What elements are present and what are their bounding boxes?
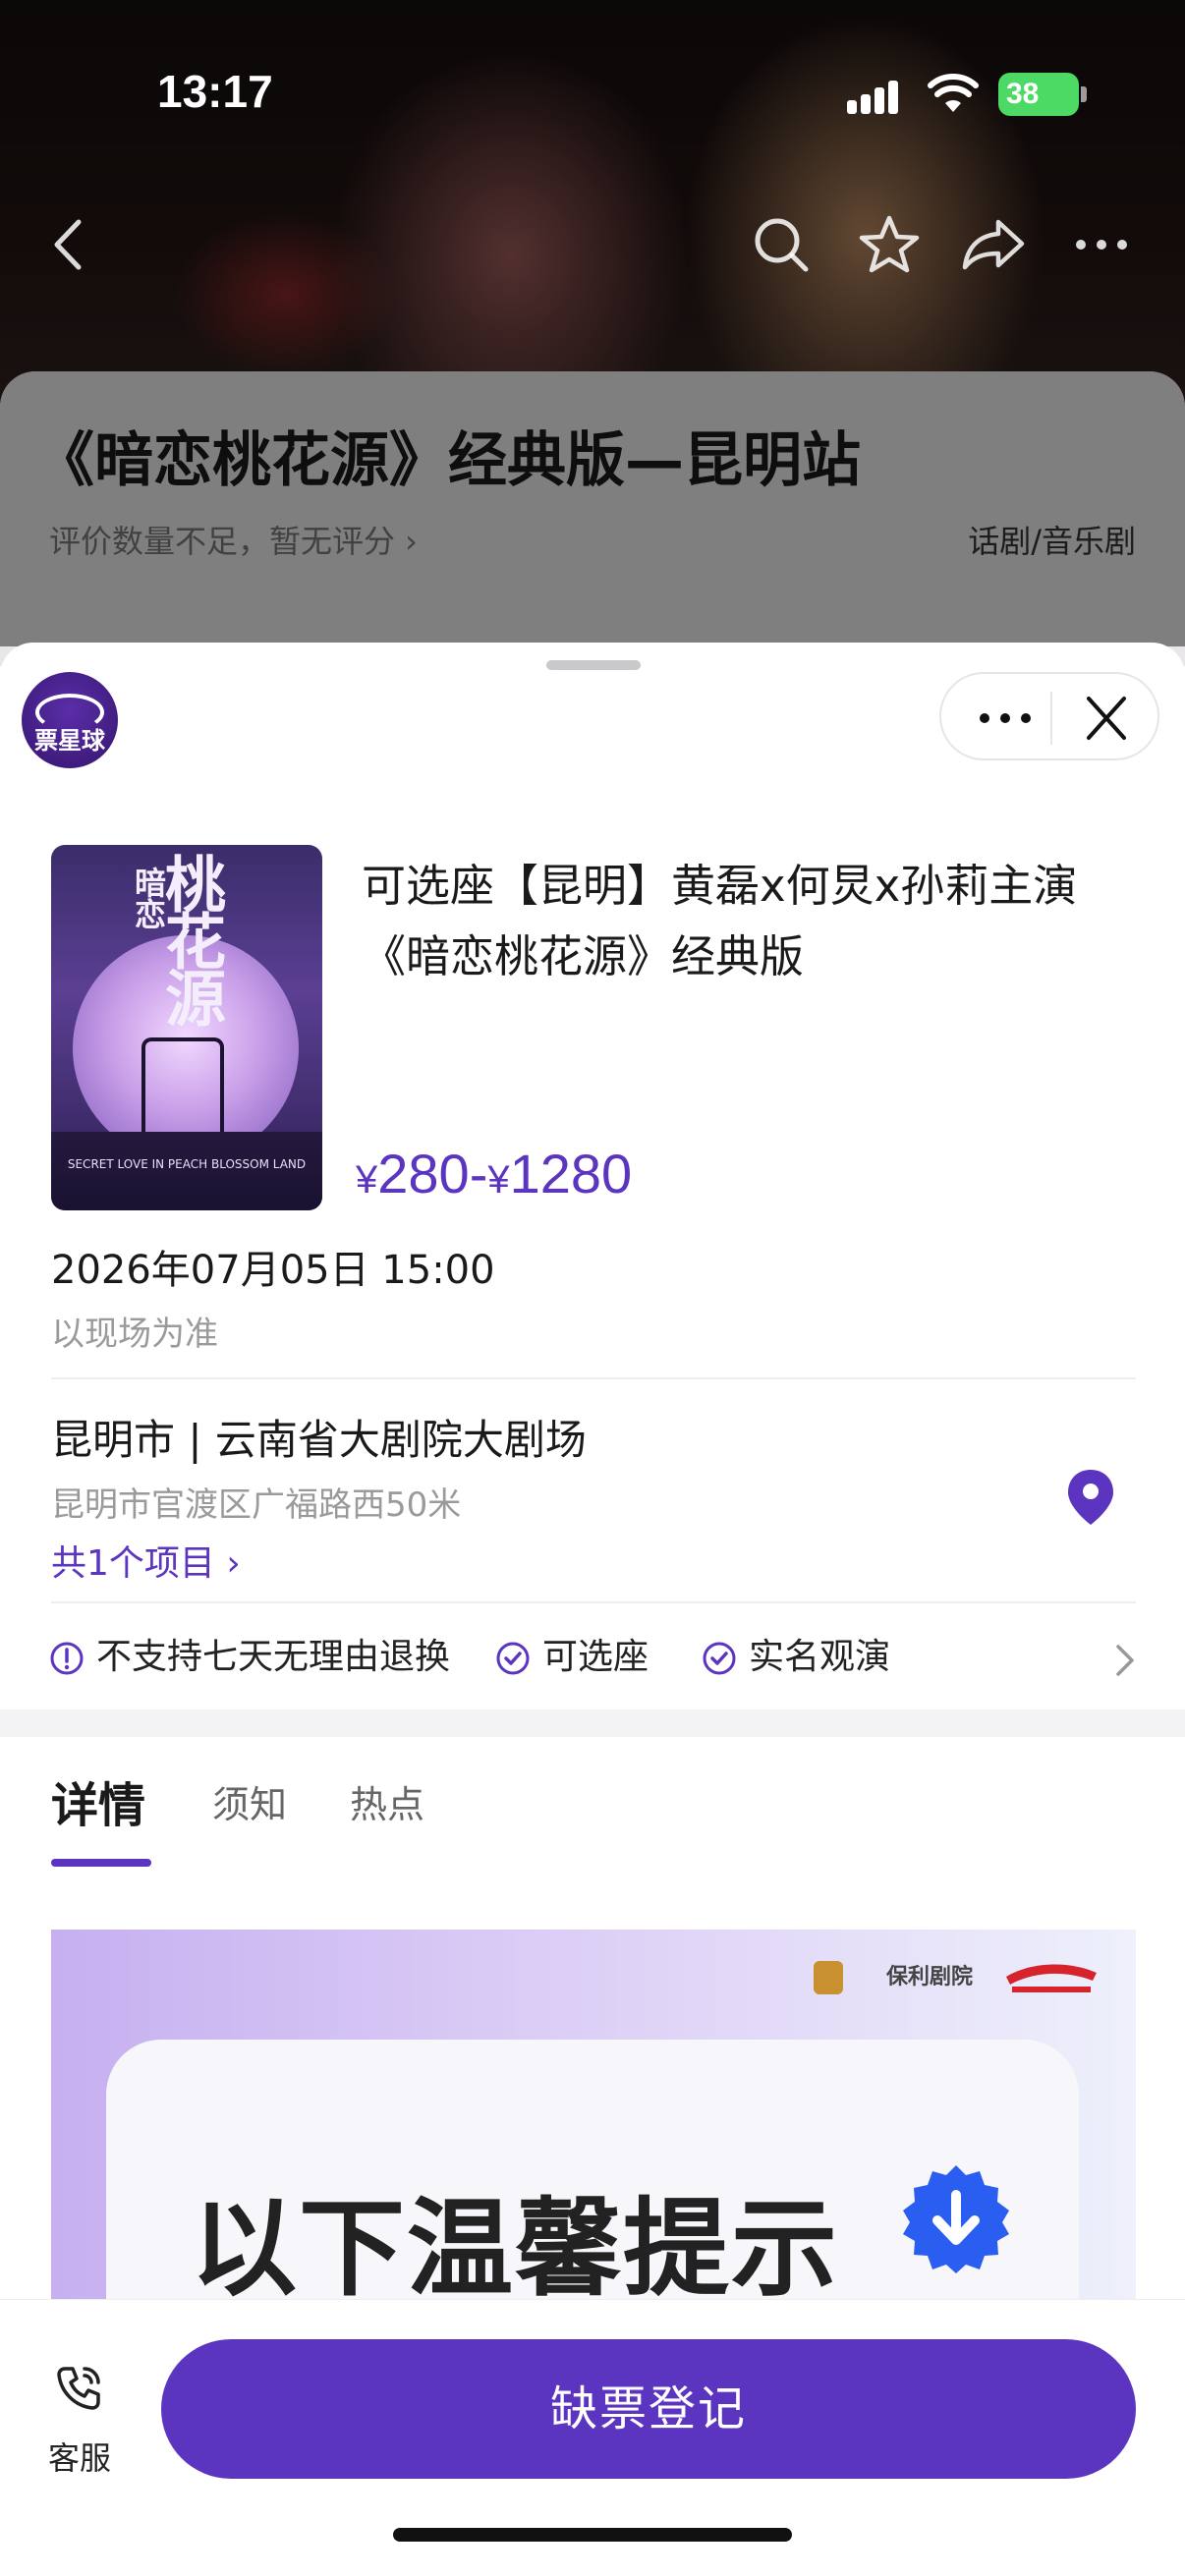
tag-label: 可选座 bbox=[542, 1637, 649, 1677]
battery-icon: 38 bbox=[998, 73, 1079, 116]
back-icon[interactable] bbox=[35, 210, 104, 279]
tab-notice[interactable]: 须知 bbox=[212, 1774, 287, 1828]
price-range: ¥280-¥1280 bbox=[356, 1142, 632, 1205]
price-low: 280 bbox=[377, 1143, 470, 1204]
show-title: 可选座【昆明】黄磊x何炅x孙莉主演《暗恋桃花源》经典版 bbox=[362, 860, 1078, 982]
status-bar: 13:17 38 bbox=[0, 0, 1185, 128]
service-tags[interactable]: 不支持七天无理由退换 可选座 实名观演 bbox=[49, 1633, 1140, 1682]
banner-headline: 以下温馨提示 bbox=[191, 2188, 840, 2311]
download-badge-icon bbox=[898, 2161, 1014, 2277]
sheet-grabber[interactable] bbox=[546, 660, 641, 670]
divider bbox=[51, 1377, 1136, 1379]
poster-title: 桃花源 bbox=[154, 853, 226, 1024]
grand-theatre-logo-icon bbox=[1002, 1959, 1100, 1998]
home-indicator[interactable] bbox=[393, 2528, 792, 2542]
price-high: 1280 bbox=[509, 1143, 633, 1204]
tab-indicator bbox=[51, 1859, 151, 1867]
poly-theatre-logo-icon bbox=[814, 1961, 843, 1994]
tag-label: 实名观演 bbox=[749, 1637, 891, 1677]
waitlist-register-button[interactable]: 缺票登记 bbox=[161, 2339, 1136, 2479]
info-circle-icon bbox=[49, 1641, 85, 1676]
phone-icon bbox=[53, 2363, 104, 2414]
share-icon[interactable] bbox=[959, 210, 1028, 279]
show-poster: 暗恋 桃花源 SECRET LOVE IN PEACH BLOSSOM LAND bbox=[51, 845, 322, 1210]
date-note: 以现场为准 bbox=[51, 1315, 218, 1354]
venue-name: 昆明市 | 云南省大剧院大剧场 bbox=[51, 1416, 587, 1464]
search-icon[interactable] bbox=[747, 210, 816, 279]
status-time: 13:17 bbox=[157, 66, 273, 117]
venue-address: 昆明市官渡区广福路西50米 bbox=[51, 1485, 462, 1525]
tab-details[interactable]: 详情 bbox=[51, 1766, 145, 1835]
divider bbox=[51, 1601, 1136, 1603]
items-link[interactable]: 共1个项目 › bbox=[51, 1535, 241, 1586]
cellular-signal-icon bbox=[847, 79, 906, 114]
poly-theatre-logo: 保利剧院 bbox=[885, 1965, 973, 1989]
close-icon[interactable] bbox=[1067, 690, 1146, 747]
booking-sheet: 票星球 暗恋 桃花源 SECRET LOVE IN PEACH BLOSSOM … bbox=[0, 643, 1185, 2576]
more-icon[interactable] bbox=[1067, 210, 1136, 279]
battery-tip bbox=[1081, 86, 1087, 102]
star-icon[interactable] bbox=[855, 210, 924, 279]
planet-ring-icon bbox=[35, 694, 104, 731]
poster-arch bbox=[141, 1037, 224, 1146]
show-datetime: 2026年07月05日 15:00 bbox=[51, 1248, 495, 1293]
chevron-right-icon[interactable] bbox=[1110, 1643, 1140, 1678]
check-circle-icon bbox=[702, 1641, 737, 1676]
section-gap bbox=[0, 1709, 1185, 1737]
poster-english-title: SECRET LOVE IN PEACH BLOSSOM LAND bbox=[67, 1157, 307, 1171]
check-circle-icon bbox=[495, 1641, 531, 1676]
capsule-more-icon[interactable] bbox=[971, 694, 1040, 743]
wifi-icon bbox=[928, 73, 979, 114]
app-logo-text: 票星球 bbox=[34, 727, 105, 755]
tag-label: 不支持七天无理由退换 bbox=[96, 1637, 451, 1677]
service-label: 客服 bbox=[47, 2439, 111, 2477]
card-dim-overlay bbox=[0, 371, 1185, 646]
price-sep: - bbox=[469, 1143, 488, 1204]
price-currency: ¥ bbox=[356, 1158, 378, 1202]
customer-service-button[interactable]: 客服 bbox=[39, 2363, 120, 2481]
price-currency-2: ¥ bbox=[487, 1158, 510, 1202]
miniprogram-capsule bbox=[939, 672, 1159, 760]
bottom-action-bar: 客服 缺票登记 bbox=[0, 2299, 1185, 2576]
location-pin-icon[interactable] bbox=[1065, 1468, 1116, 1527]
tab-hot[interactable]: 热点 bbox=[350, 1774, 424, 1828]
capsule-divider bbox=[1050, 692, 1052, 745]
app-logo: 票星球 bbox=[22, 672, 118, 768]
